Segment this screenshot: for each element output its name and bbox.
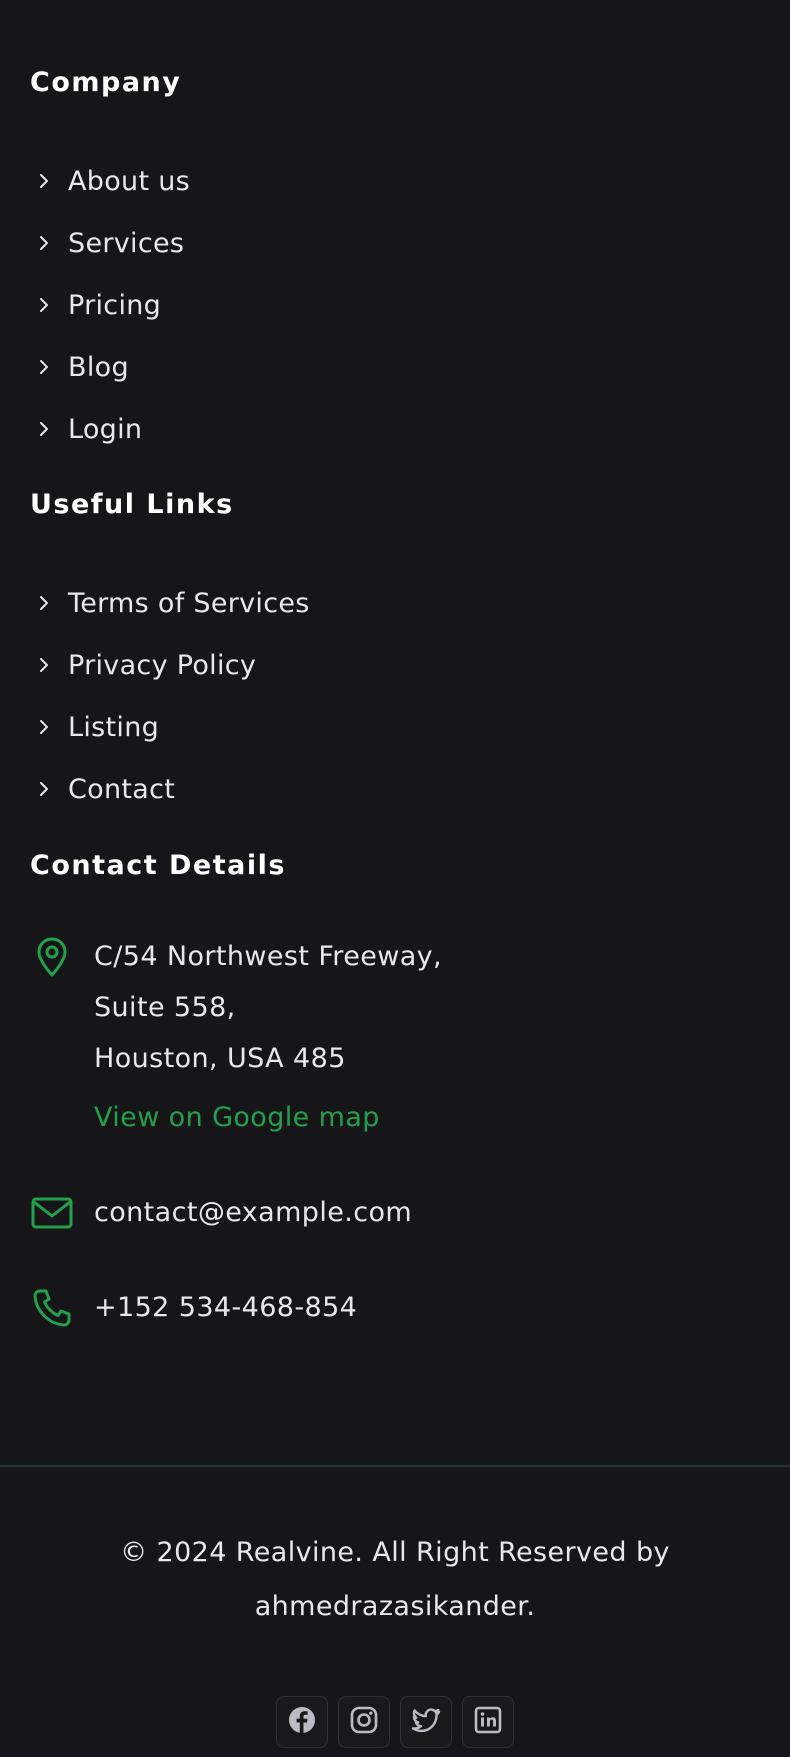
chevron-right-icon xyxy=(34,717,54,737)
useful-link-contact[interactable]: Contact xyxy=(30,758,760,820)
useful-link-terms[interactable]: Terms of Services xyxy=(30,572,760,634)
company-link-blog[interactable]: Blog xyxy=(30,336,760,398)
google-map-link[interactable]: View on Google map xyxy=(94,1101,442,1135)
linkedin-icon xyxy=(473,1705,503,1739)
contact-phone[interactable]: +152 534-468-854 xyxy=(94,1282,357,1333)
chevron-right-icon xyxy=(34,655,54,675)
chevron-right-icon xyxy=(34,779,54,799)
copyright-line-2: ahmedrazasikander. xyxy=(254,1591,536,1622)
useful-links: Terms of Services Privacy Policy Listing… xyxy=(30,572,760,820)
facebook-button[interactable] xyxy=(276,1696,328,1748)
social-links xyxy=(0,1696,790,1748)
address-block: C/54 Northwest Freeway, Suite 558, Houst… xyxy=(30,931,760,1135)
address-line-1: C/54 Northwest Freeway, xyxy=(94,941,443,972)
useful-links-heading: Useful Links xyxy=(30,489,234,520)
footer-divider xyxy=(0,1465,790,1467)
company-link-label: Login xyxy=(68,413,143,445)
useful-link-listing[interactable]: Listing xyxy=(30,696,760,758)
useful-link-label: Listing xyxy=(68,711,160,743)
chevron-right-icon xyxy=(34,233,54,253)
chevron-right-icon xyxy=(34,295,54,315)
company-section: Company About us Services Pricing Blog L… xyxy=(30,66,760,460)
map-pin-icon xyxy=(30,935,74,979)
contact-details-heading: Contact Details xyxy=(30,850,286,881)
useful-link-label: Privacy Policy xyxy=(68,649,257,681)
linkedin-button[interactable] xyxy=(462,1696,514,1748)
instagram-button[interactable] xyxy=(338,1696,390,1748)
address-line-3: Houston, USA 485 xyxy=(94,1043,346,1074)
twitter-icon xyxy=(410,1705,442,1739)
company-heading: Company xyxy=(30,67,182,98)
contact-details-section: Contact Details C/54 Northwest Freeway, … xyxy=(30,849,760,1333)
chevron-right-icon xyxy=(34,419,54,439)
facebook-icon xyxy=(287,1705,317,1739)
company-link-pricing[interactable]: Pricing xyxy=(30,274,760,336)
mail-icon xyxy=(30,1191,74,1235)
chevron-right-icon xyxy=(34,171,54,191)
email-block: contact@example.com xyxy=(30,1187,760,1238)
chevron-right-icon xyxy=(34,357,54,377)
company-link-label: Blog xyxy=(68,351,129,383)
useful-links-section: Useful Links Terms of Services Privacy P… xyxy=(30,488,760,820)
address-line-2: Suite 558, xyxy=(94,992,236,1023)
company-link-about-us[interactable]: About us xyxy=(30,150,760,212)
useful-link-label: Contact xyxy=(68,773,176,805)
copyright-text: © 2024 Realvine. All Right Reserved by a… xyxy=(60,1526,730,1634)
company-links: About us Services Pricing Blog Login xyxy=(30,150,760,460)
copyright-line-1: © 2024 Realvine. All Right Reserved by xyxy=(120,1537,670,1568)
phone-block: +152 534-468-854 xyxy=(30,1282,760,1333)
contact-email[interactable]: contact@example.com xyxy=(94,1187,412,1238)
useful-link-privacy[interactable]: Privacy Policy xyxy=(30,634,760,696)
company-link-label: About us xyxy=(68,165,190,197)
chevron-right-icon xyxy=(34,593,54,613)
twitter-button[interactable] xyxy=(400,1696,452,1748)
instagram-icon xyxy=(349,1705,379,1739)
company-link-label: Services xyxy=(68,227,185,259)
company-link-services[interactable]: Services xyxy=(30,212,760,274)
useful-link-label: Terms of Services xyxy=(68,587,310,619)
company-link-label: Pricing xyxy=(68,289,162,321)
address-text-group: C/54 Northwest Freeway, Suite 558, Houst… xyxy=(94,931,442,1135)
company-link-login[interactable]: Login xyxy=(30,398,760,460)
phone-icon xyxy=(30,1286,74,1330)
